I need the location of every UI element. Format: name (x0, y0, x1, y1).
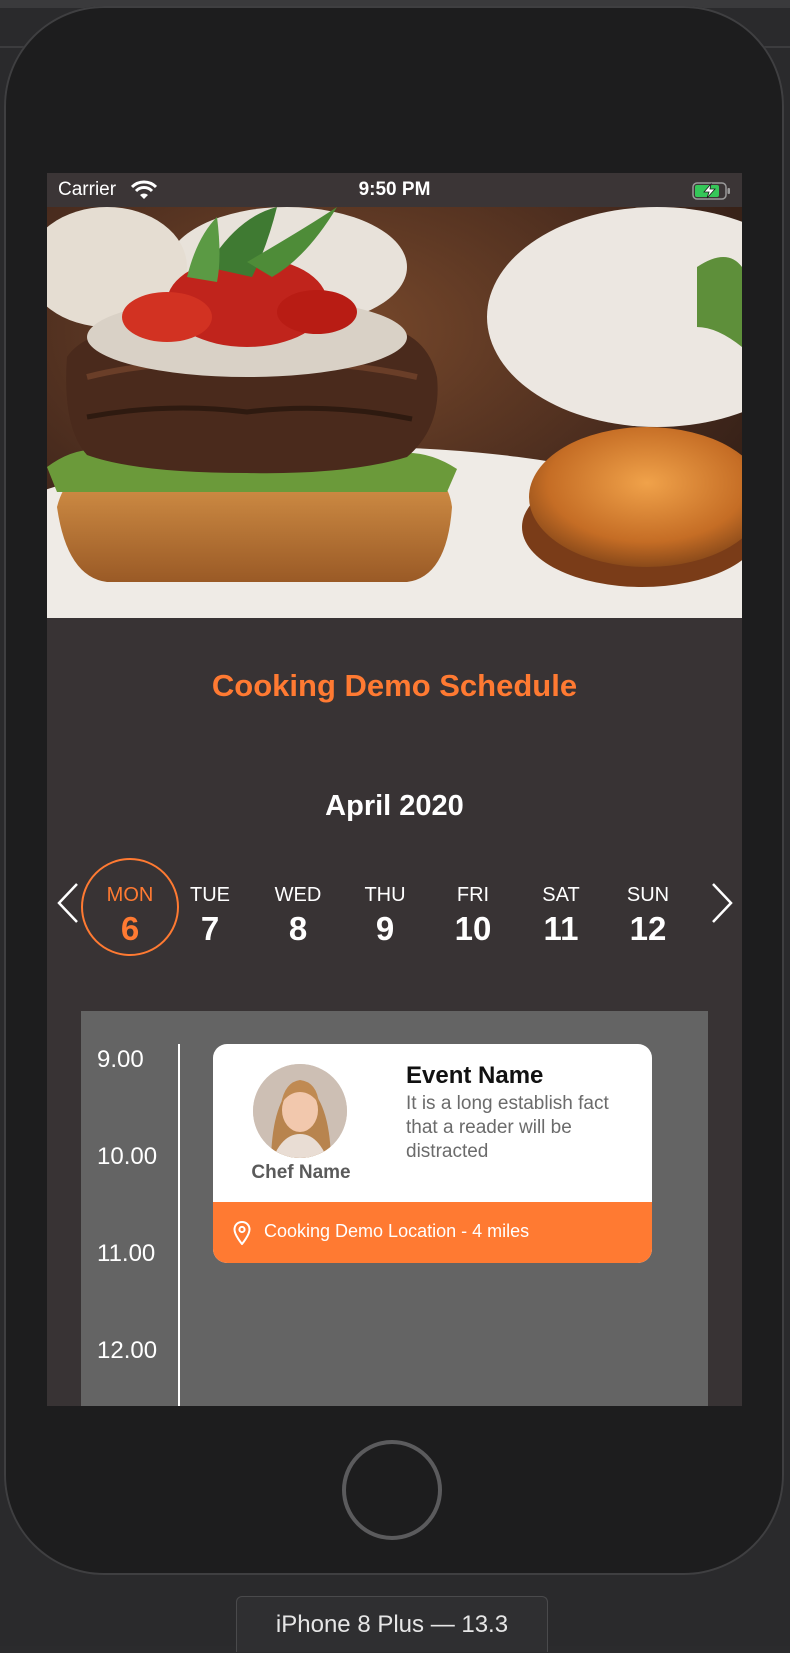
event-name: Event Name (406, 1062, 544, 1089)
day-sun[interactable]: SUN 12 (599, 858, 697, 956)
day-number: 11 (543, 910, 579, 947)
month-label: April 2020 (325, 790, 464, 822)
hero-burger-image (47, 207, 742, 618)
location-pin-icon (233, 1221, 251, 1245)
day-wed[interactable]: WED 8 (249, 858, 347, 956)
chevron-left-icon[interactable] (53, 880, 83, 926)
simulator-device-label: iPhone 8 Plus — 13.3 (236, 1596, 548, 1652)
day-name: SAT (542, 884, 580, 906)
chef-name: Chef Name (251, 1162, 351, 1183)
chef-avatar (253, 1064, 347, 1158)
event-card[interactable]: Chef Name Event Name It is a long establ… (213, 1044, 652, 1263)
time-label-10: 10.00 (97, 1143, 158, 1170)
time-label-11: 11.00 (97, 1240, 156, 1267)
event-location: Cooking Demo Location - 4 miles (264, 1221, 530, 1241)
home-button[interactable] (342, 1440, 442, 1540)
day-name: THU (364, 884, 406, 906)
timeline-divider (178, 1044, 180, 1406)
day-number: 8 (288, 910, 308, 947)
schedule-title: Cooking Demo Schedule (211, 668, 578, 703)
week-selector: MON 6 TUE 7 WED 8 THU 9 FRI 10 SAT 11 SU… (47, 858, 742, 958)
status-time: 9:50 PM (358, 179, 431, 200)
time-label-9: 9.00 (97, 1046, 144, 1073)
day-name: TUE (190, 884, 230, 906)
event-location-bar[interactable]: Cooking Demo Location - 4 miles (213, 1202, 652, 1263)
day-tue[interactable]: TUE 7 (161, 858, 259, 956)
day-fri[interactable]: FRI 10 (424, 858, 522, 956)
chevron-right-icon[interactable] (707, 880, 737, 926)
battery-charging-icon (692, 182, 730, 200)
day-name: WED (274, 884, 322, 906)
app-screen: Carrier 9:50 PM Cooking Demo Schedule Ap… (47, 173, 742, 1406)
day-sat[interactable]: SAT 11 (512, 858, 610, 956)
day-thu[interactable]: THU 9 (336, 858, 434, 956)
day-name: SUN (626, 884, 670, 906)
day-number: 10 (454, 910, 492, 947)
timeline-panel: 9.00 10.00 11.00 12.00 Chef Name Event N… (81, 1011, 708, 1406)
status-bar: Carrier 9:50 PM (47, 173, 742, 207)
event-description: It is a long establish fact that a reade… (406, 1093, 609, 1162)
time-label-12: 12.00 (97, 1337, 158, 1364)
day-number: 12 (629, 910, 667, 947)
day-number: 9 (375, 910, 395, 947)
day-name: FRI (456, 884, 490, 906)
day-number: 7 (200, 910, 220, 947)
